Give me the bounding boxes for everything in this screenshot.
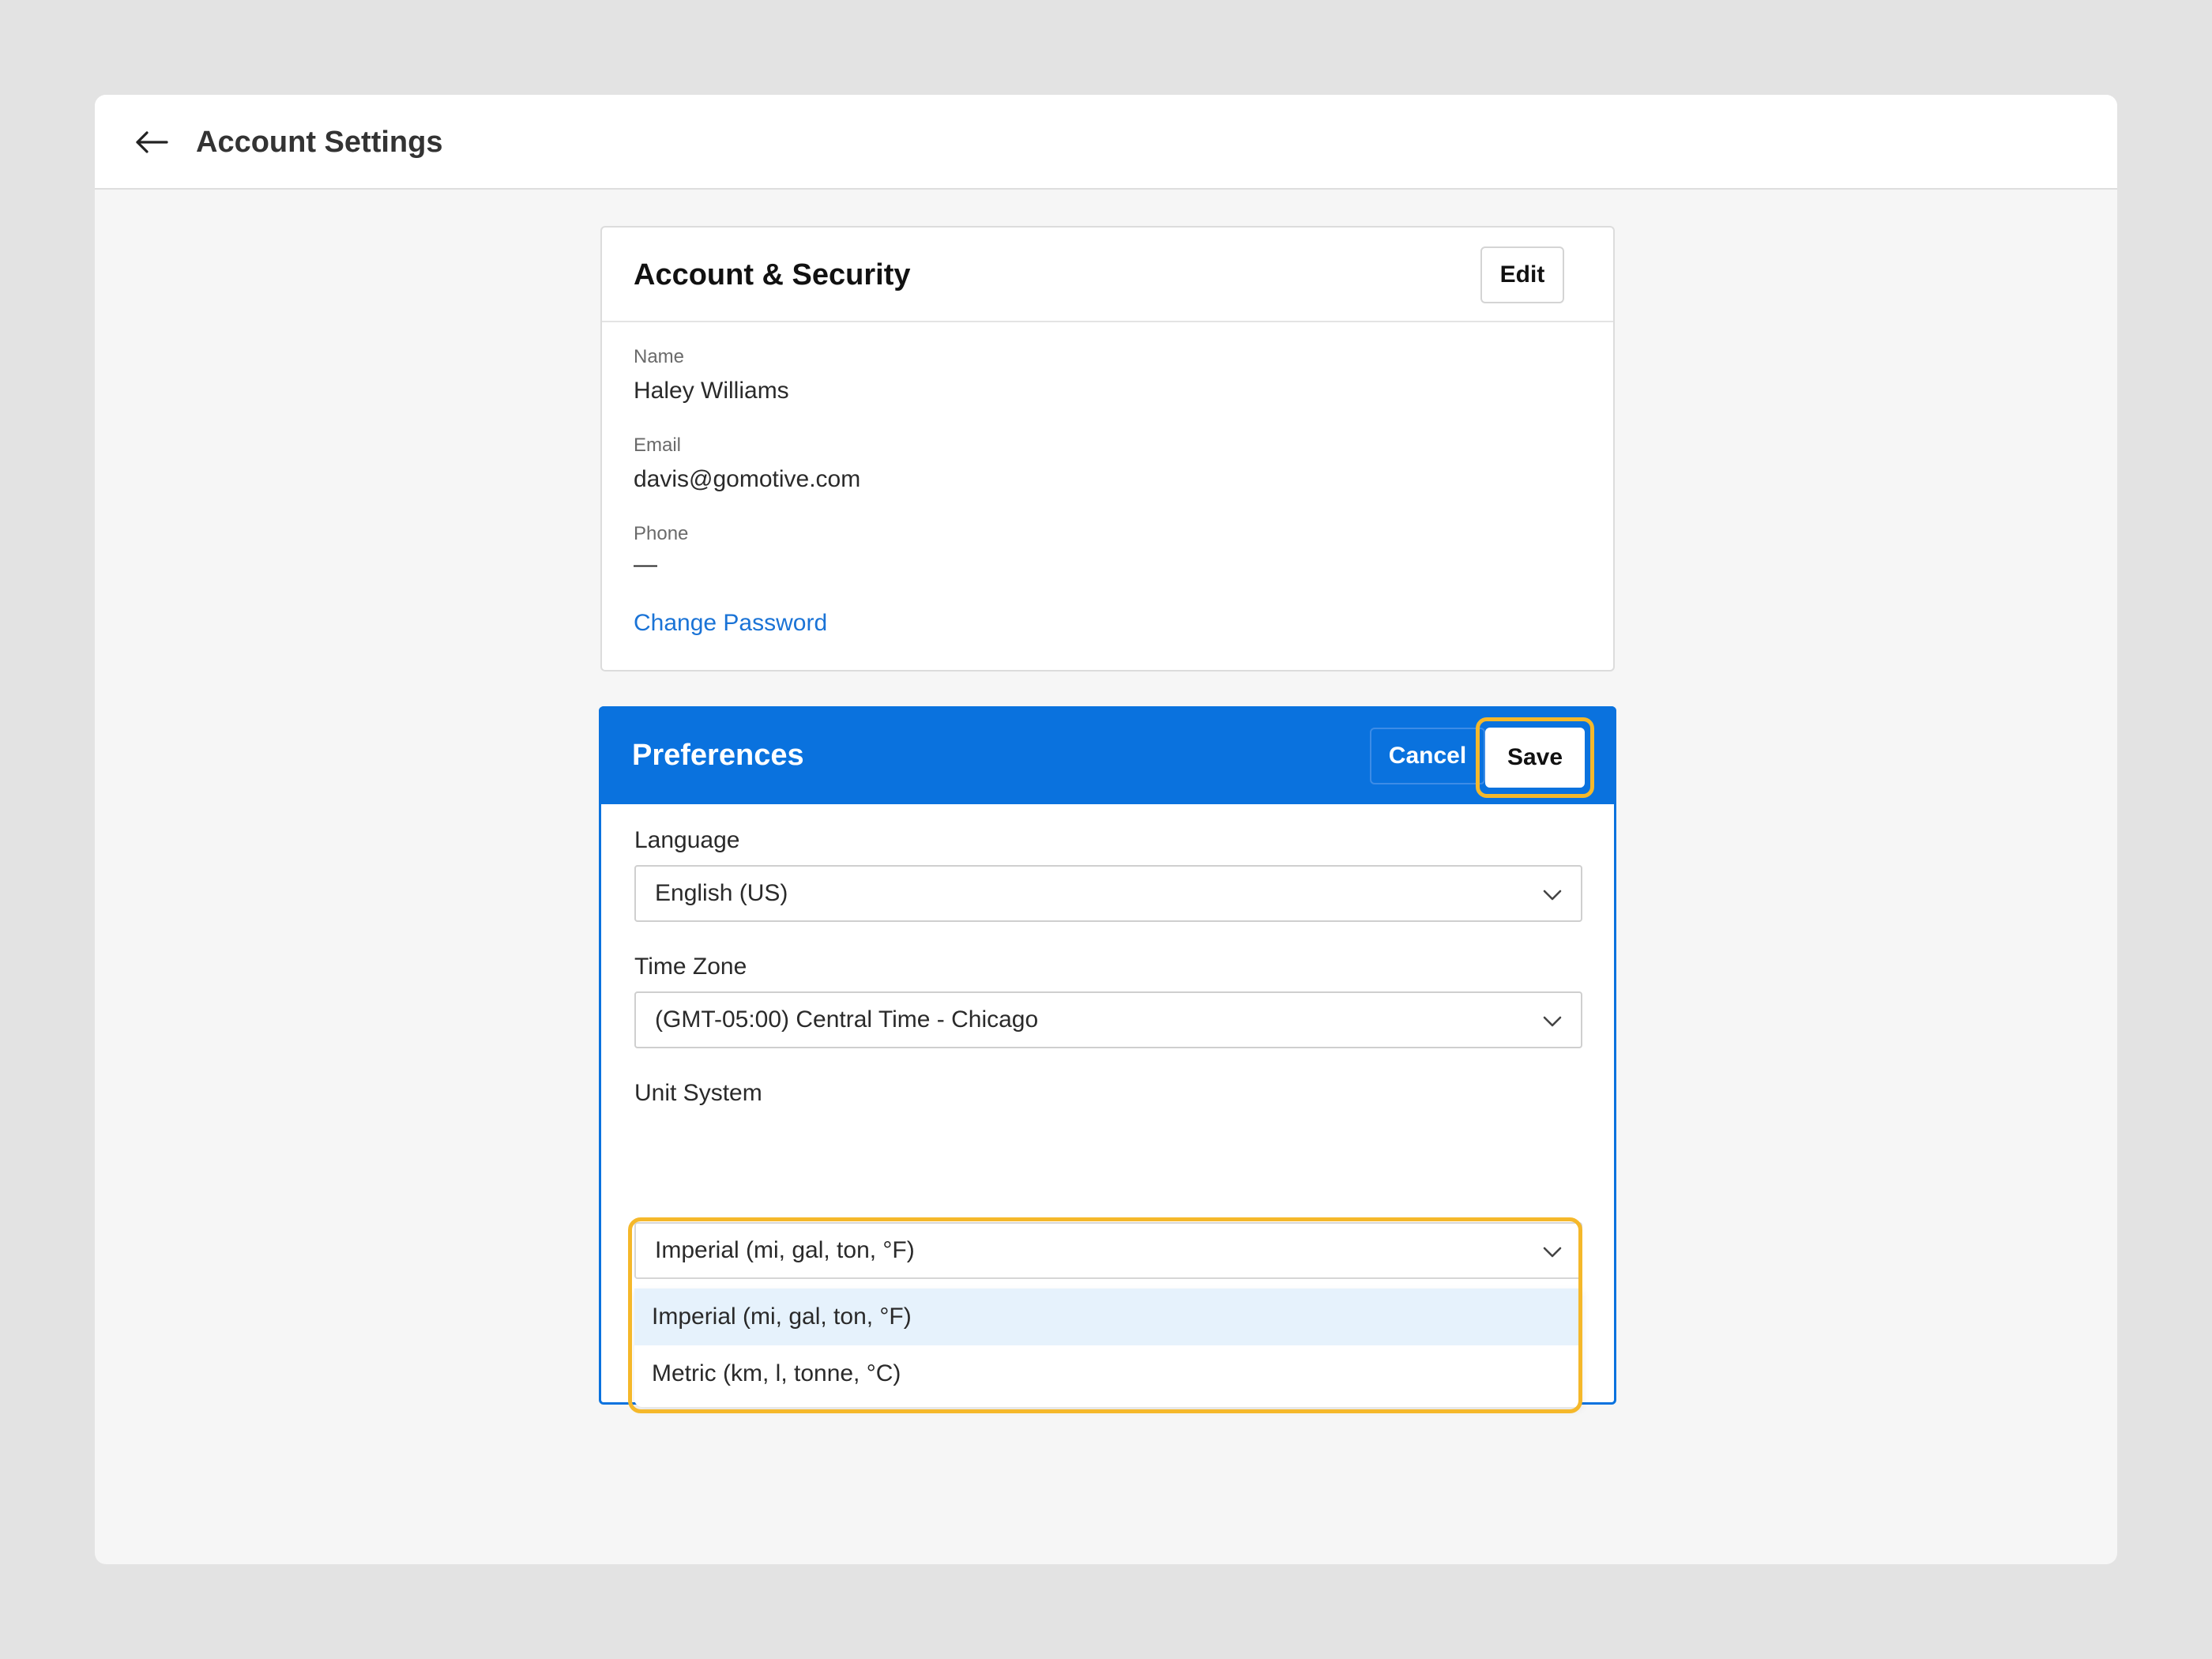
chevron-down-icon xyxy=(1543,1243,1562,1262)
time-zone-label: Time Zone xyxy=(634,954,747,980)
change-password-link[interactable]: Change Password xyxy=(634,610,827,637)
time-zone-select[interactable]: (GMT-05:00) Central Time - Chicago xyxy=(634,991,1582,1048)
save-button[interactable]: Save xyxy=(1485,728,1585,788)
account-security-card: Account & Security Edit Name Haley Willi… xyxy=(600,226,1615,672)
arrow-left-icon xyxy=(136,131,168,153)
phone-value: — xyxy=(634,551,657,577)
unit-system-dropdown-menu: Imperial (mi, gal, ton, °F) Metric (km, … xyxy=(634,1288,1582,1407)
back-button[interactable] xyxy=(133,125,171,160)
unit-system-value: Imperial (mi, gal, ton, °F) xyxy=(655,1237,915,1263)
language-select[interactable]: English (US) xyxy=(634,865,1582,922)
page-title: Account Settings xyxy=(196,125,443,159)
language-label: Language xyxy=(634,827,740,853)
preferences-header: Preferences Cancel Save xyxy=(599,706,1616,804)
app-window: Account Settings Account & Security Edit… xyxy=(95,95,2117,1564)
unit-system-select[interactable]: Imperial (mi, gal, ton, °F) xyxy=(634,1222,1582,1279)
top-bar: Account Settings xyxy=(95,95,2117,190)
preferences-title: Preferences xyxy=(632,738,804,772)
unit-system-label: Unit System xyxy=(634,1080,762,1106)
chevron-down-icon xyxy=(1543,1012,1562,1031)
unit-option-imperial[interactable]: Imperial (mi, gal, ton, °F) xyxy=(634,1288,1582,1345)
chevron-down-icon xyxy=(1543,886,1562,905)
unit-option-metric[interactable]: Metric (km, l, tonne, °C) xyxy=(634,1345,1582,1402)
email-value: davis@gomotive.com xyxy=(634,466,861,492)
preferences-card: Preferences Cancel Save Language English… xyxy=(599,706,1616,1413)
time-zone-value: (GMT-05:00) Central Time - Chicago xyxy=(655,1006,1039,1033)
name-value: Haley Williams xyxy=(634,378,789,404)
edit-button[interactable]: Edit xyxy=(1480,246,1564,303)
email-label: Email xyxy=(634,434,682,456)
language-value: English (US) xyxy=(655,880,788,906)
phone-label: Phone xyxy=(634,523,689,544)
cancel-button[interactable]: Cancel xyxy=(1370,728,1485,784)
name-label: Name xyxy=(634,346,685,367)
card-header: Account & Security Edit xyxy=(602,228,1613,322)
card-title: Account & Security xyxy=(634,258,911,292)
